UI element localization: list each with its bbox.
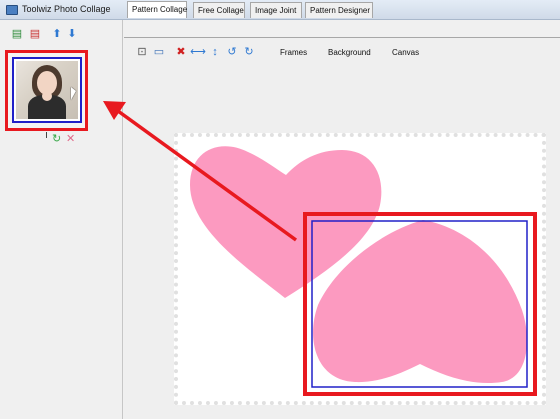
- delete-glyph: ✖: [176, 45, 186, 58]
- highlight-box-thumbnail: ↻ ✕: [5, 50, 88, 145]
- tab-label: Pattern Designer: [310, 6, 371, 15]
- fit-icon[interactable]: ▭: [153, 46, 165, 58]
- rotate-left-glyph: ↺: [227, 45, 237, 58]
- clip-glyph: ⊡: [137, 45, 147, 58]
- add-photo-glyph: ▤: [11, 27, 23, 40]
- remove-photo-icon[interactable]: ▤: [28, 28, 42, 40]
- add-photo-icon[interactable]: ▤: [10, 28, 24, 40]
- remove-thumb-icon[interactable]: ✕: [66, 134, 75, 145]
- tab-pattern-collage[interactable]: Pattern Collage: [127, 1, 187, 18]
- flip-vertical-icon[interactable]: ↕: [209, 46, 221, 58]
- move-down-glyph: ⬇: [67, 27, 77, 40]
- move-up-glyph: ⬆: [52, 27, 62, 40]
- flip-v-glyph: ↕: [212, 45, 218, 58]
- photo-list-panel: ▤ ▤ ⬆ ⬇ ↻ ✕: [0, 20, 123, 419]
- tab-image-joint[interactable]: Image Joint: [250, 2, 302, 18]
- remove-photo-glyph: ▤: [29, 27, 41, 40]
- window-title: Toolwiz Photo Collage: [22, 4, 111, 14]
- fit-glyph: ▭: [153, 45, 165, 58]
- move-down-icon[interactable]: ⬇: [65, 28, 79, 40]
- app-icon: [6, 5, 18, 15]
- canvas-button[interactable]: Canvas: [392, 48, 419, 57]
- tab-pattern-designer[interactable]: Pattern Designer: [305, 2, 373, 18]
- mouse-cursor-icon: [71, 87, 76, 100]
- rotate-left-icon[interactable]: ↺: [226, 46, 238, 58]
- collage-canvas[interactable]: [171, 130, 549, 408]
- background-button[interactable]: Background: [328, 48, 371, 57]
- delete-icon[interactable]: ✖: [175, 46, 187, 58]
- flip-horizontal-icon[interactable]: ⟷: [190, 45, 206, 58]
- photo-image: [16, 61, 78, 119]
- refresh-icon[interactable]: ↻: [52, 134, 61, 145]
- tab-label: Pattern Collage: [132, 5, 188, 14]
- frames-button[interactable]: Frames: [280, 48, 307, 57]
- rotate-right-icon[interactable]: ↻: [243, 46, 255, 58]
- tab-free-collage[interactable]: Free Collage: [193, 2, 245, 18]
- rotate-right-glyph: ↻: [244, 45, 254, 58]
- photo-hand: [42, 91, 52, 101]
- tab-label: Image Joint: [255, 6, 297, 15]
- tab-label: Free Collage: [198, 6, 244, 15]
- clip-icon[interactable]: ⊡: [136, 46, 148, 58]
- move-up-icon[interactable]: ⬆: [50, 28, 64, 40]
- flip-h-glyph: ⟷: [190, 45, 206, 58]
- list-divider-tick: [46, 132, 47, 138]
- collage-canvas-surface: [174, 133, 546, 405]
- photo-thumbnail[interactable]: [12, 57, 82, 123]
